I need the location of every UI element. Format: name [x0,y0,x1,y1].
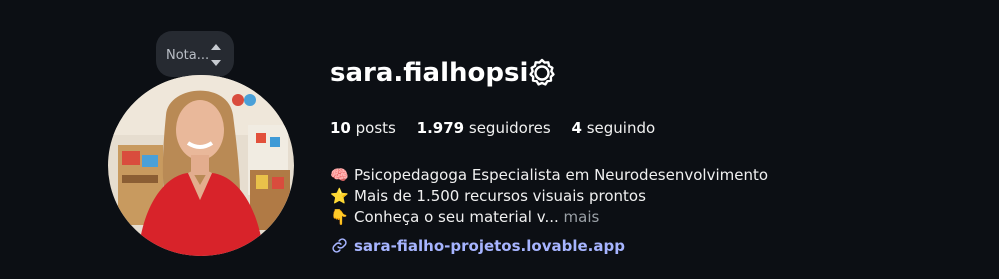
profile-bio: 🧠 Psicopedagoga Especialista em Neurodese… [330,165,768,228]
avatar[interactable] [108,75,294,256]
star-icon: ⭐ [330,187,349,205]
brain-icon: 🧠 [330,166,349,184]
bio-line: 🧠 Psicopedagoga Especialista em Neurodese… [330,165,768,186]
bio-line-text: Mais de 1.500 recursos visuais prontos [354,187,646,205]
bio-line-text: Psicopedagoga Especialista em Neurodesen… [354,166,769,184]
posts-label: posts [355,119,396,137]
pointing-down-icon: 👇 [330,208,349,226]
followers-label: seguidores [468,119,551,137]
bio-line: 👇 Conheça o seu material v... mais [330,207,768,228]
profile-stats: 10 posts 1.979 seguidores 4 seguindo [330,119,671,137]
link-icon [331,237,348,258]
gear-icon[interactable] [527,58,557,88]
posts-stat: 10 posts [330,119,396,137]
following-count: 4 [571,119,582,137]
posts-count: 10 [330,119,351,137]
followers-count: 1.979 [416,119,465,137]
followers-stat[interactable]: 1.979 seguidores [417,119,551,137]
profile-username: sara.fialhopsi [330,58,529,88]
note-bubble[interactable]: Nota... [156,31,234,77]
profile-link-row[interactable]: sara-fialho-projetos.lovable.app [331,237,625,258]
following-label: seguindo [586,119,656,137]
following-stat[interactable]: 4 seguindo [572,119,656,137]
bio-line-text: Conheça o seu material v... [354,208,559,226]
bio-line: ⭐ Mais de 1.500 recursos visuais prontos [330,186,768,207]
more-button[interactable]: mais [564,208,600,226]
note-stepper-icon[interactable] [209,41,223,69]
profile-link[interactable]: sara-fialho-projetos.lovable.app [354,237,625,255]
note-text: Nota... [166,48,210,63]
